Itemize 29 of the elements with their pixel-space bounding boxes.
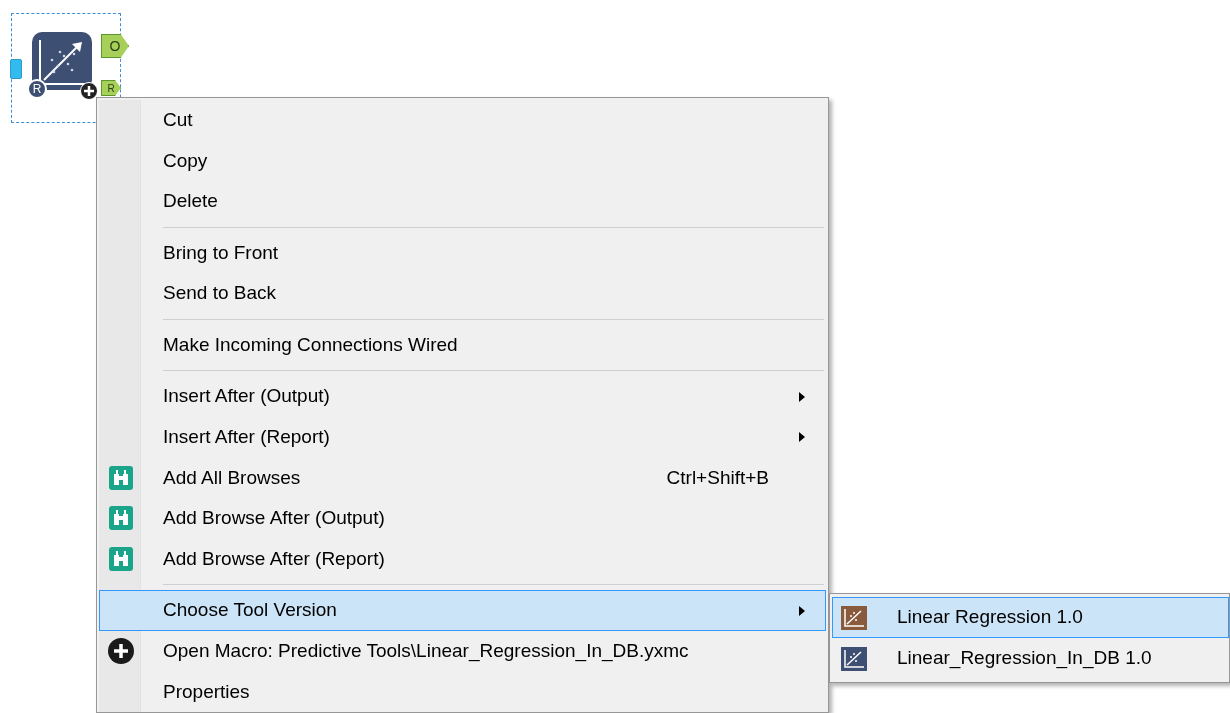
binoculars-icon [109, 506, 133, 531]
plus-circle-icon [108, 638, 134, 665]
add-icon[interactable] [80, 82, 98, 100]
menu-item[interactable]: Make Incoming Connections Wired [99, 324, 826, 366]
input-anchor[interactable] [10, 59, 22, 79]
menu-item[interactable]: Add All Browses Ctrl+Shift+B [99, 457, 826, 499]
binoculars-icon [109, 547, 133, 572]
menu-item[interactable]: Insert After (Output) [99, 376, 826, 417]
menu-item[interactable]: Linear Regression 1.0 [832, 597, 1229, 638]
shortcut-text: Ctrl+Shift+B [666, 465, 769, 490]
output-anchor[interactable]: R [101, 80, 121, 96]
menu-item[interactable]: Bring to Front [99, 232, 826, 274]
menu-item[interactable]: Open Macro: Predictive Tools\Linear_Regression_In_DB.yxmc [99, 630, 826, 672]
submenu-arrow-icon [799, 432, 805, 443]
r-badge: R [27, 79, 47, 99]
menu-item[interactable]: Delete [99, 181, 826, 222]
binoculars-icon [109, 465, 133, 490]
menu-item[interactable]: Send to Back [99, 273, 826, 314]
menu-item[interactable]: Linear_Regression_In_DB 1.0 [832, 638, 1229, 679]
menu-item[interactable]: Add Browse After (Report) [99, 538, 826, 580]
submenu-arrow-icon [799, 605, 805, 616]
menu-item[interactable]: Choose Tool Version [99, 590, 826, 631]
submenu-arrow-icon [799, 391, 805, 402]
menu-item[interactable]: Cut [99, 100, 826, 141]
menu-item[interactable]: Insert After (Report) [99, 416, 826, 458]
menu-item[interactable]: Add Browse After (Output) [99, 498, 826, 539]
output-anchor[interactable]: O [101, 34, 129, 58]
menu-item[interactable]: Properties [99, 671, 826, 712]
menu-item[interactable]: Copy [99, 140, 826, 182]
